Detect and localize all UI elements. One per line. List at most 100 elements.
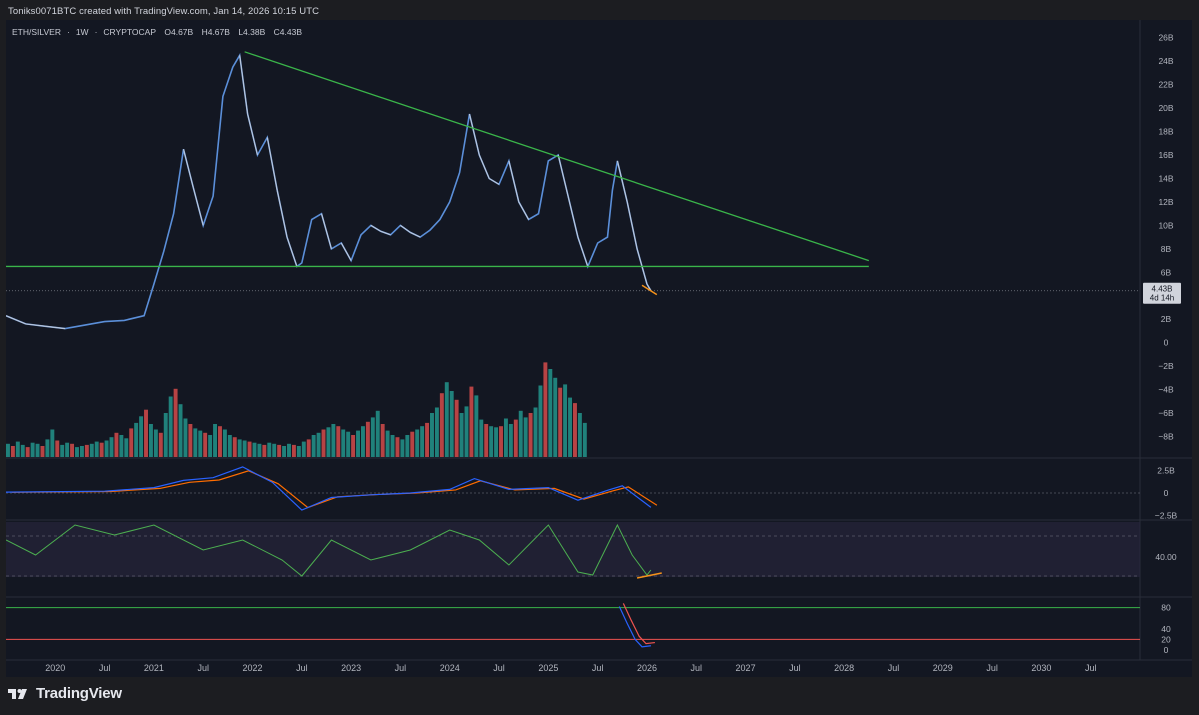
price-segment-down xyxy=(577,236,589,267)
volume-bar xyxy=(548,369,553,457)
volume-bar xyxy=(84,444,89,457)
volume-bar xyxy=(35,443,40,457)
price-segment-down xyxy=(478,154,490,179)
last-price-label: 4.43B xyxy=(1152,285,1173,294)
volume-bar xyxy=(242,440,247,457)
volume-bar xyxy=(163,413,168,457)
volume-bar xyxy=(282,446,287,457)
time-tick-label: Jul xyxy=(99,663,111,673)
price-segment-down xyxy=(247,113,259,156)
volume-bar xyxy=(331,424,336,457)
volume-bar xyxy=(134,422,139,457)
price-segment-down xyxy=(276,190,288,238)
time-tick-label: Jul xyxy=(592,663,604,673)
time-tick-label: 2023 xyxy=(341,663,361,673)
volume-bar xyxy=(434,407,439,457)
time-tick-label: Jul xyxy=(1085,663,1097,673)
price-tick-label: 22B xyxy=(1158,80,1173,90)
stoch-d-line xyxy=(622,603,655,645)
volume-bar xyxy=(183,418,188,457)
volume-bar xyxy=(227,435,232,457)
stoch-tick-label: 0 xyxy=(1164,645,1169,655)
volume-bar xyxy=(252,442,257,457)
volume-bar xyxy=(79,446,84,457)
price-segment-down xyxy=(286,236,298,267)
price-segment-down xyxy=(370,224,382,232)
volume-bar xyxy=(538,385,543,457)
time-tick-label: Jul xyxy=(296,663,308,673)
volume-bar xyxy=(277,444,282,457)
price-tick-label: 2B xyxy=(1161,314,1172,324)
volume-bar xyxy=(533,407,538,457)
volume-bar xyxy=(60,444,65,457)
volume-bar xyxy=(144,409,148,457)
stoch-k-line xyxy=(618,606,651,648)
volume-bar xyxy=(257,443,262,457)
volume-bar xyxy=(351,435,356,457)
time-tick-label: 2025 xyxy=(538,663,558,673)
volume-bar xyxy=(563,384,568,457)
price-tick-label: 6B xyxy=(1161,267,1172,277)
price-segment-down xyxy=(518,201,530,220)
volume-bar xyxy=(341,429,346,457)
volume-bar xyxy=(375,410,380,457)
symbol-name[interactable]: ETH/SILVER xyxy=(12,27,61,37)
price-tick-label: −8B xyxy=(1158,432,1174,442)
chart-svg[interactable]: 26B24B22B20B18B16B14B12B10B8B6B4B2B0−2B−… xyxy=(6,20,1192,677)
symbol-exchange: CRYPTOCAP xyxy=(103,27,156,37)
volume-bar xyxy=(109,437,114,457)
time-tick-label: Jul xyxy=(197,663,209,673)
price-segment-down xyxy=(182,149,194,189)
price-tick-label: 20B xyxy=(1158,103,1173,113)
macd-tick-label: 0 xyxy=(1164,488,1169,498)
volume-bar xyxy=(272,443,277,457)
symbol-interval[interactable]: 1W xyxy=(76,27,89,37)
volume-bar xyxy=(459,413,464,457)
brand-name: TradingView xyxy=(36,685,122,702)
symbol-separator: · xyxy=(94,27,98,37)
rsi-band xyxy=(6,522,1140,577)
volume-bar xyxy=(425,422,430,457)
volume-bar xyxy=(469,386,474,457)
time-tick-label: 2029 xyxy=(933,663,953,673)
price-segment-down xyxy=(320,213,332,250)
time-tick-label: Jul xyxy=(395,663,407,673)
volume-bar xyxy=(449,391,454,457)
volume-bar xyxy=(45,439,50,457)
volume-bar xyxy=(65,442,70,457)
time-tick-label: Jul xyxy=(986,663,998,673)
volume-bar xyxy=(168,396,173,457)
chart-panel[interactable]: 26B24B22B20B18B16B14B12B10B8B6B4B2B0−2B−… xyxy=(6,20,1192,677)
ohlc-high: H4.67B xyxy=(201,27,230,37)
volume-bar xyxy=(370,417,375,457)
price-segment-down xyxy=(508,160,520,203)
macd-tick-label: −2.5B xyxy=(1155,511,1178,521)
volume-bar xyxy=(395,437,400,457)
volume-bar xyxy=(508,424,513,457)
volume-bar xyxy=(218,426,222,457)
symbol-legend[interactable]: ETH/SILVER · 1W · CRYPTOCAP O4.67B H4.67B L4… xyxy=(12,27,308,37)
volume-bar xyxy=(489,426,494,457)
volume-bar xyxy=(523,417,528,457)
volume-bar xyxy=(139,416,144,457)
volume-bar xyxy=(385,430,390,457)
volume-bar xyxy=(148,424,153,457)
ohlc-low: L4.38B xyxy=(238,27,266,37)
time-tick-label: Jul xyxy=(493,663,505,673)
brand-footer[interactable]: TradingView xyxy=(8,685,122,702)
price-segment-down xyxy=(626,201,638,249)
volume-bar xyxy=(153,429,158,457)
time-tick-label: 2021 xyxy=(144,663,164,673)
volume-bar xyxy=(75,447,79,457)
volume-bar xyxy=(70,443,75,457)
descending-trendline xyxy=(244,51,870,262)
price-segment-down xyxy=(6,315,26,325)
price-segment-down xyxy=(488,177,500,185)
volume-bar xyxy=(301,441,306,457)
volume-bar xyxy=(365,421,370,457)
volume-bar xyxy=(287,443,291,457)
stoch-tick-label: 20 xyxy=(1161,634,1171,644)
ohlc-close: C4.43B xyxy=(273,27,302,37)
time-tick-label: 2026 xyxy=(637,663,657,673)
time-tick-label: 2022 xyxy=(243,663,263,673)
